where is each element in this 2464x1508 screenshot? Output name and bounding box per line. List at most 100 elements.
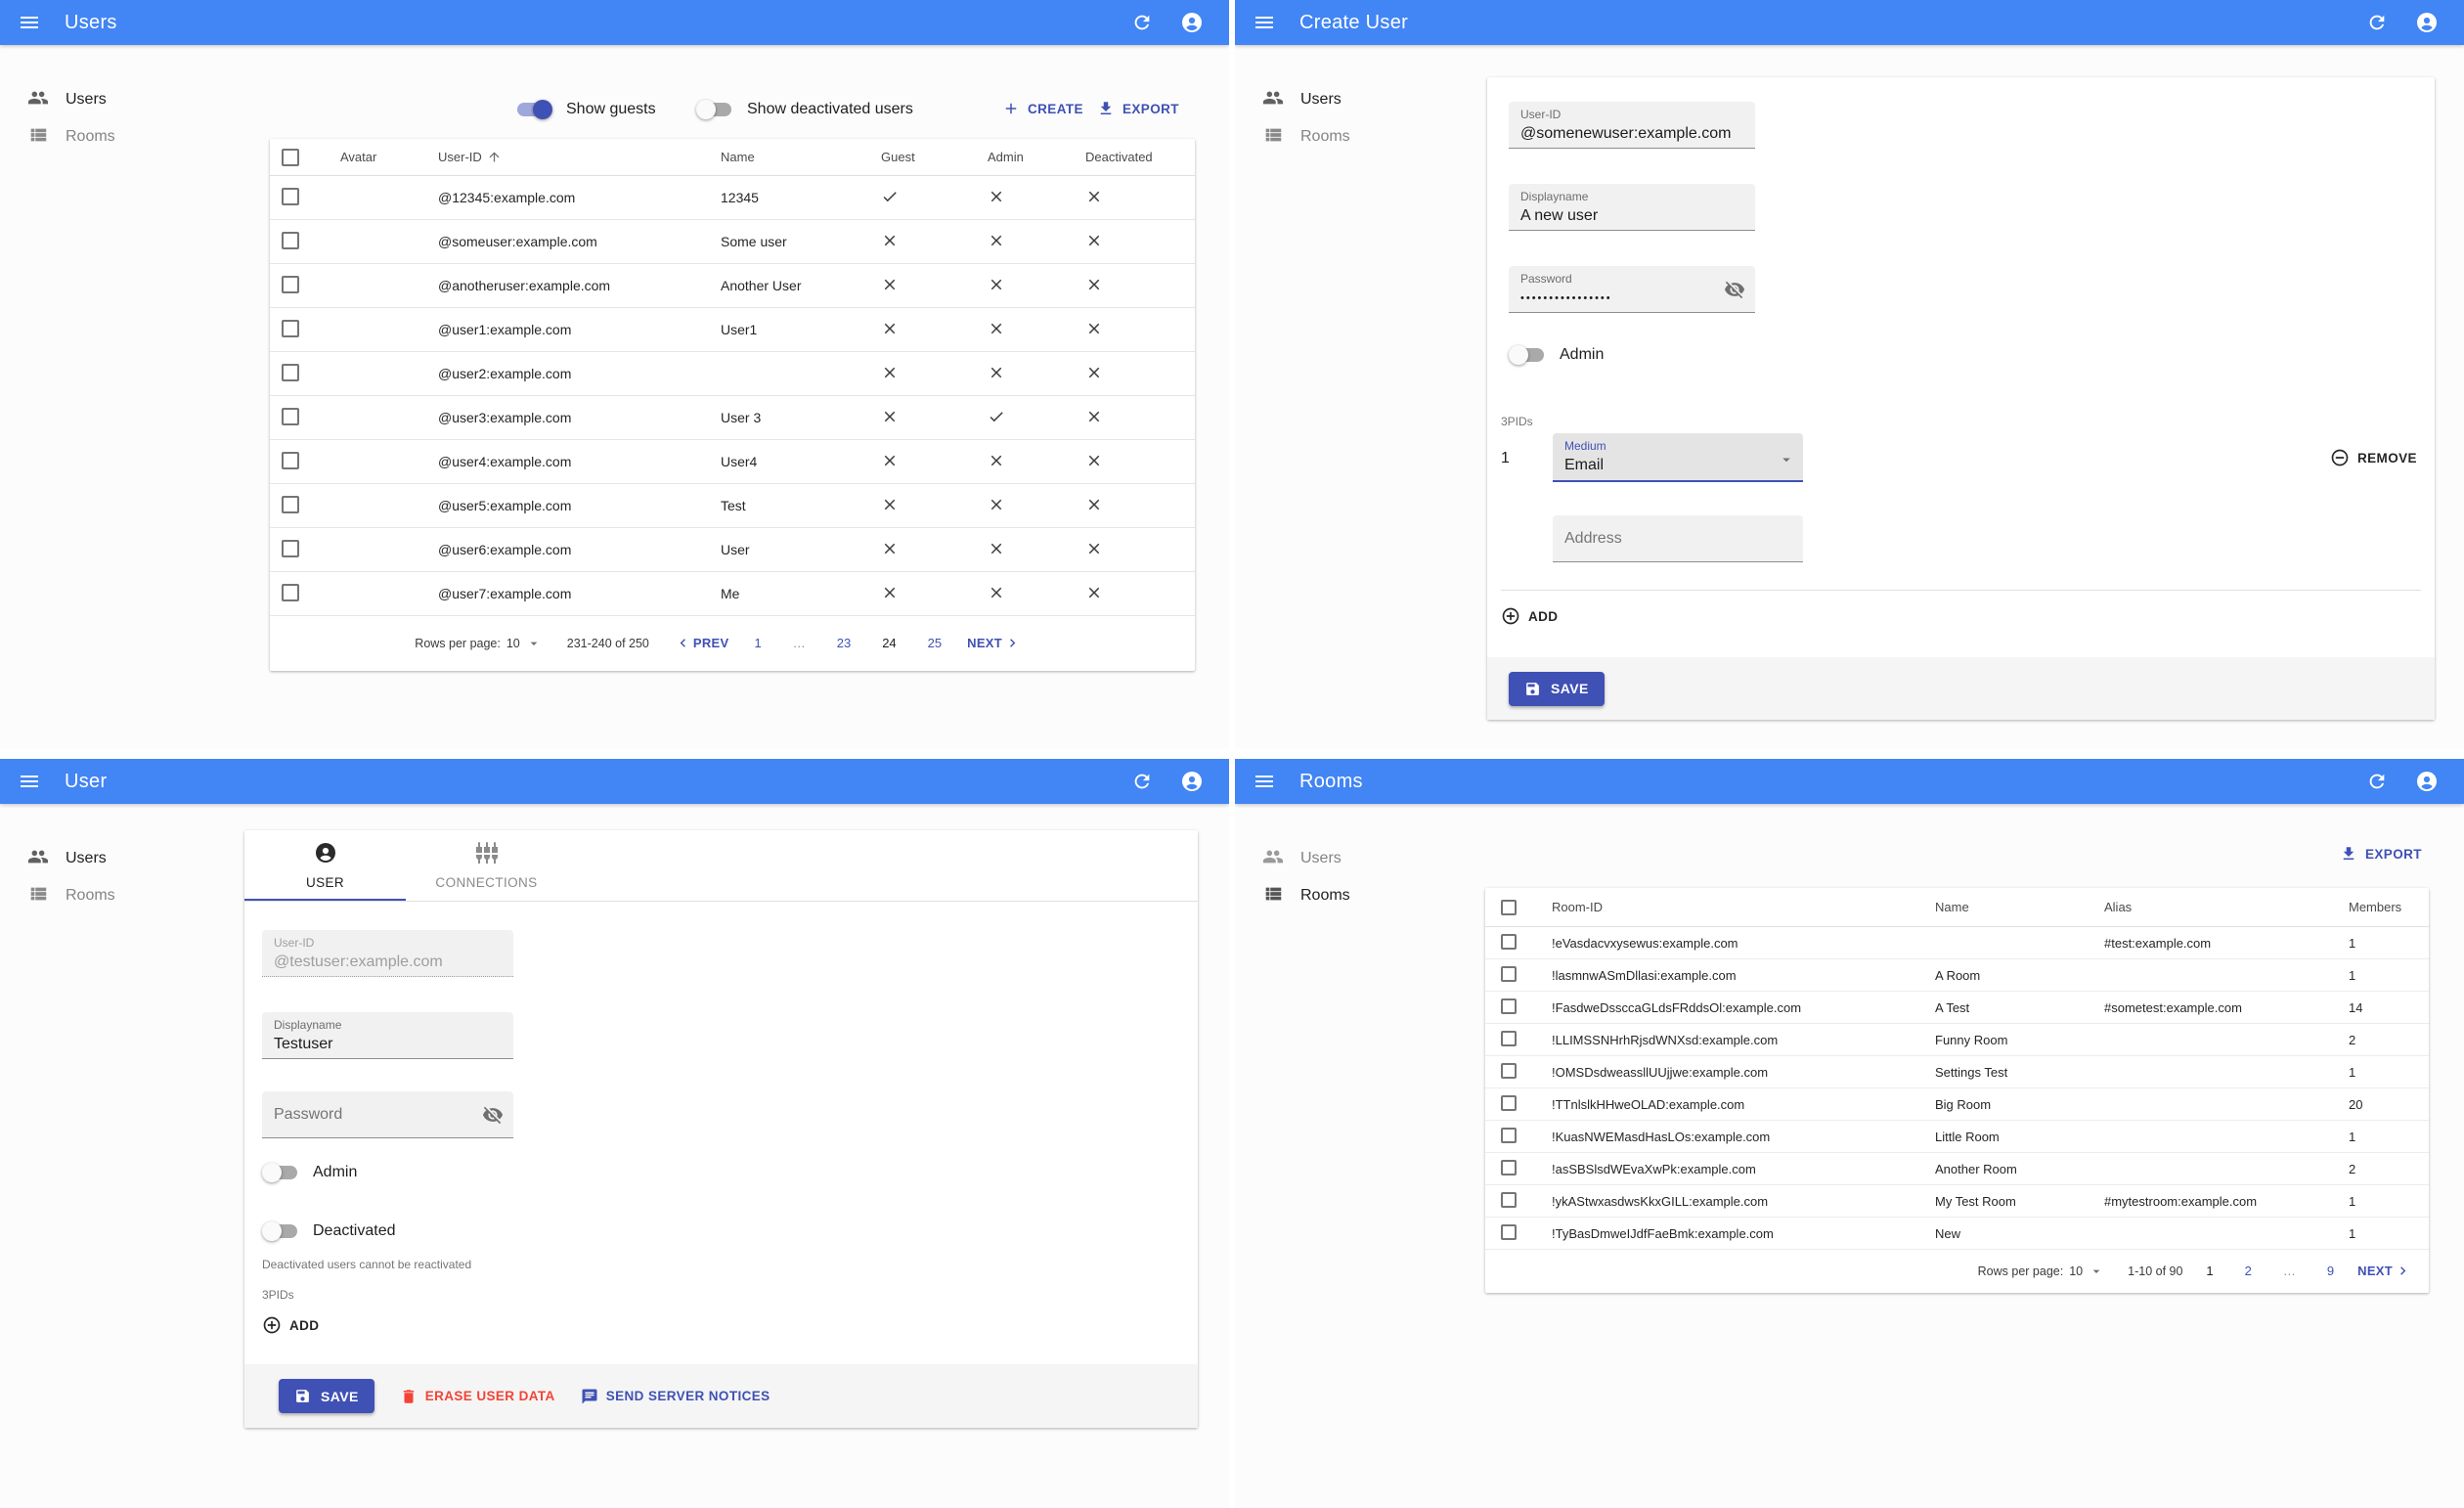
room-row[interactable]: !asSBSlsdWEvaXwPk:example.com Another Roo… <box>1485 1153 2429 1185</box>
create-button[interactable]: CREATE <box>1002 100 1083 117</box>
sidebar-item-users[interactable]: Users <box>27 84 233 115</box>
col-name[interactable]: Name <box>1935 900 2104 914</box>
rows-per-page-select[interactable]: Rows per page: 10 <box>415 636 541 651</box>
admin-toggle[interactable] <box>1509 344 1546 366</box>
room-row[interactable]: !lasmnwASmDllasi:example.com A Room 1 <box>1485 959 2429 992</box>
sidebar-item-rooms[interactable]: Rooms <box>27 121 233 153</box>
add-threepid-button[interactable]: ADD <box>1501 606 1558 626</box>
export-button[interactable]: EXPORT <box>1097 100 1179 117</box>
col-avatar[interactable]: Avatar <box>340 150 438 164</box>
rows-per-page-select[interactable]: Rows per page: 10 <box>1978 1264 2104 1279</box>
user-row[interactable]: @user2:example.com <box>270 352 1195 396</box>
account-icon[interactable] <box>1180 11 1204 34</box>
row-checkbox[interactable] <box>1501 965 1517 982</box>
user-row[interactable]: @user3:example.com User 3 <box>270 396 1195 440</box>
save-button[interactable]: SAVE <box>279 1379 374 1413</box>
row-checkbox[interactable] <box>1501 1062 1517 1079</box>
room-row[interactable]: !KuasNWEMasdHasLOs:example.com Little Roo… <box>1485 1121 2429 1153</box>
col-room-id[interactable]: Room-ID <box>1552 900 1935 914</box>
room-row[interactable]: !ykAStwxasdwsKkxGILL:example.com My Test … <box>1485 1185 2429 1218</box>
next-button[interactable]: NEXT <box>967 635 1021 651</box>
page-2[interactable]: 2 <box>2245 1264 2252 1278</box>
row-checkbox[interactable] <box>1501 1030 1517 1046</box>
user-row[interactable]: @user7:example.com Me <box>270 572 1195 616</box>
account-icon[interactable] <box>1180 770 1204 793</box>
row-checkbox[interactable] <box>1501 1191 1517 1208</box>
row-checkbox[interactable] <box>1501 1159 1517 1175</box>
row-checkbox[interactable] <box>1501 1127 1517 1143</box>
page-23[interactable]: 23 <box>837 636 851 650</box>
row-checkbox[interactable] <box>1501 998 1517 1014</box>
account-icon[interactable] <box>2415 770 2439 793</box>
row-checkbox[interactable] <box>282 451 299 469</box>
col-alias[interactable]: Alias <box>2104 900 2349 914</box>
add-threepid-button[interactable]: ADD <box>262 1315 319 1335</box>
col-name[interactable]: Name <box>721 150 881 164</box>
refresh-icon[interactable] <box>1131 12 1153 33</box>
row-checkbox[interactable] <box>282 495 299 513</box>
page-9[interactable]: 9 <box>2327 1264 2334 1278</box>
refresh-icon[interactable] <box>1131 771 1153 792</box>
sidebar-item-rooms[interactable]: Rooms <box>1262 880 1468 911</box>
sidebar-item-rooms[interactable]: Rooms <box>27 880 233 911</box>
row-checkbox[interactable] <box>282 363 299 381</box>
admin-toggle[interactable] <box>262 1162 299 1183</box>
tab-connections[interactable]: CONNECTIONS <box>406 830 567 901</box>
refresh-icon[interactable] <box>2366 771 2388 792</box>
row-checkbox[interactable] <box>282 319 299 337</box>
row-checkbox[interactable] <box>1501 933 1517 950</box>
user-row[interactable]: @user6:example.com User <box>270 528 1195 572</box>
row-checkbox[interactable] <box>282 275 299 293</box>
prev-button[interactable]: PREV <box>675 635 729 651</box>
user-row[interactable]: @12345:example.com 12345 <box>270 176 1195 220</box>
room-row[interactable]: !TyBasDmweIJdfFaeBmk:example.com New 1 <box>1485 1218 2429 1250</box>
row-checkbox[interactable] <box>282 231 299 249</box>
export-button[interactable]: EXPORT <box>2340 845 2422 863</box>
page-1[interactable]: 1 <box>754 636 761 650</box>
row-checkbox[interactable] <box>1501 1094 1517 1111</box>
page-25[interactable]: 25 <box>928 636 942 650</box>
medium-select[interactable]: Medium Email <box>1553 433 1803 482</box>
user-row[interactable]: @someuser:example.com Some user <box>270 220 1195 264</box>
menu-icon[interactable] <box>1253 770 1276 793</box>
refresh-icon[interactable] <box>2366 12 2388 33</box>
address-field[interactable]: Address <box>1553 515 1803 562</box>
menu-icon[interactable] <box>1253 11 1276 34</box>
room-row[interactable]: !FasdweDssccaGLdsFRddsOl:example.com A Te… <box>1485 992 2429 1024</box>
col-deactivated[interactable]: Deactivated <box>1085 150 1195 164</box>
row-checkbox[interactable] <box>282 539 299 557</box>
save-button[interactable]: SAVE <box>1509 671 1605 706</box>
displayname-field[interactable]: Displayname A new user <box>1509 184 1755 231</box>
room-row[interactable]: !OMSDsdweassllUUjjwe:example.com Settings… <box>1485 1056 2429 1088</box>
user-row[interactable]: @user5:example.com Test <box>270 484 1195 528</box>
room-row[interactable]: !TTnlslkHHweOLAD:example.com Big Room 20 <box>1485 1088 2429 1121</box>
col-user-id[interactable]: User-ID <box>438 150 721 164</box>
show-guests-toggle[interactable] <box>515 99 552 120</box>
sidebar-item-users[interactable]: Users <box>1262 84 1468 115</box>
next-button[interactable]: NEXT <box>2357 1263 2411 1279</box>
show-deactivated-toggle[interactable] <box>696 99 733 120</box>
visibility-off-icon[interactable] <box>482 1104 504 1131</box>
password-field[interactable]: Password <box>262 1091 513 1138</box>
user-row[interactable]: @user1:example.com User1 <box>270 308 1195 352</box>
send-server-notices-button[interactable]: SEND SERVER NOTICES <box>581 1388 770 1405</box>
row-checkbox[interactable] <box>282 583 299 601</box>
account-icon[interactable] <box>2415 11 2439 34</box>
menu-icon[interactable] <box>18 770 41 793</box>
row-checkbox[interactable] <box>1501 1223 1517 1240</box>
remove-threepid-button[interactable]: REMOVE <box>2330 448 2417 467</box>
room-row[interactable]: !LLIMSSNHrhRjsdWNXsd:example.com Funny Ro… <box>1485 1024 2429 1056</box>
password-field[interactable]: Password •••••••••••••••• <box>1509 266 1755 313</box>
displayname-field[interactable]: Displayname Testuser <box>262 1012 513 1059</box>
user-row[interactable]: @user4:example.com User4 <box>270 440 1195 484</box>
user-id-field[interactable]: User-ID @somenewuser:example.com <box>1509 102 1755 149</box>
col-admin[interactable]: Admin <box>988 150 1085 164</box>
col-members[interactable]: Members <box>2349 900 2429 914</box>
user-row[interactable]: @anotheruser:example.com Another User <box>270 264 1195 308</box>
menu-icon[interactable] <box>18 11 41 34</box>
tab-user[interactable]: USER <box>244 830 406 901</box>
visibility-off-icon[interactable] <box>1724 279 1745 305</box>
select-all-checkbox[interactable] <box>282 148 299 166</box>
deactivated-toggle[interactable] <box>262 1220 299 1242</box>
sidebar-item-users[interactable]: Users <box>1262 843 1468 874</box>
